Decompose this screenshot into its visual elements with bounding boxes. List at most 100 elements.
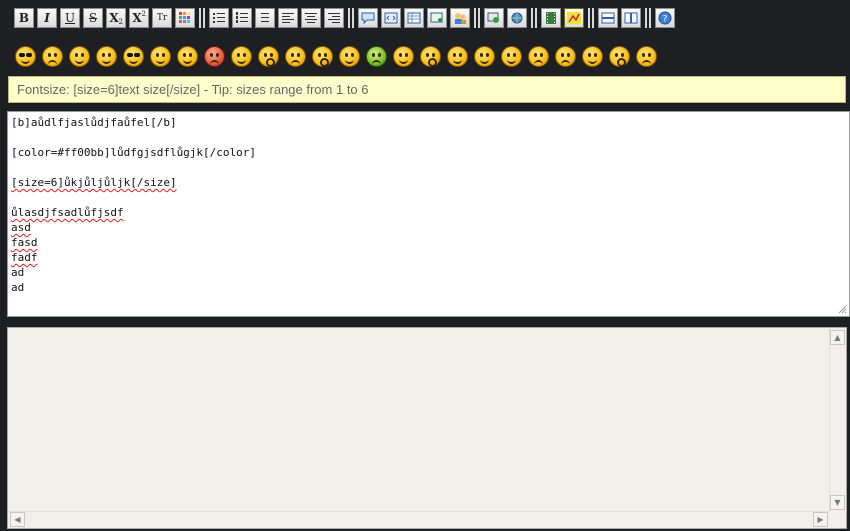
color-grid-icon [179, 12, 190, 23]
font-size-icon: Tr [156, 13, 168, 23]
blush-smiley-icon[interactable] [393, 45, 414, 67]
quote-button[interactable] [358, 8, 378, 28]
insert-url-button[interactable] [507, 8, 527, 28]
list-item-icon [261, 13, 269, 22]
help-button[interactable]: ? [655, 8, 675, 28]
align-center-icon [305, 13, 317, 23]
editor-line-text: [b]aůdlfjaslůdjfaůfel[/b] [11, 116, 177, 129]
tongue-smiley-icon[interactable] [231, 45, 252, 67]
table-button[interactable] [404, 8, 424, 28]
numbered-list-icon [236, 12, 248, 23]
insert-image-button[interactable] [427, 8, 447, 28]
big-grin-smiley-icon[interactable] [501, 45, 522, 67]
insert-video-button[interactable] [541, 8, 561, 28]
scroll-left-button[interactable]: ◀ [10, 512, 25, 527]
scroll-up-button[interactable]: ▲ [830, 330, 845, 345]
table-icon [407, 12, 421, 24]
users-icon [455, 13, 466, 24]
italic-button[interactable]: I [37, 8, 57, 28]
editor-content[interactable]: [b]aůdlfjaslůdjfaůfel[/b] [color=#ff00bb]… [11, 115, 849, 295]
sick-smiley-icon[interactable] [366, 45, 387, 67]
editor-line: [color=#ff00bb]lůdfgjsdflůgjk[/color] [11, 145, 849, 160]
oh-smiley-icon[interactable] [420, 45, 441, 67]
horizontal-rule-button[interactable] [598, 8, 618, 28]
editor-line: fasd [11, 235, 849, 250]
toolbar-separator [199, 8, 205, 28]
numbered-list-button[interactable] [232, 8, 252, 28]
code-button[interactable] [381, 8, 401, 28]
confused-smiley-icon[interactable] [285, 45, 306, 67]
strikethrough-button[interactable]: S [83, 8, 103, 28]
list-item-button[interactable] [255, 8, 275, 28]
editor-line: ad [11, 265, 849, 280]
silly-smiley-icon[interactable] [582, 45, 603, 67]
editor-line-text: fasd [11, 236, 38, 249]
smile-smiley-icon[interactable] [69, 45, 90, 67]
dizzy-smiley-icon[interactable] [555, 45, 576, 67]
subscript-icon: X [109, 11, 119, 25]
align-center-button[interactable] [301, 8, 321, 28]
surprised-smiley-icon[interactable] [312, 45, 333, 67]
resize-grip-icon[interactable] [838, 305, 847, 314]
editor-line: ůlasdjfsadlůfjsdf [11, 205, 849, 220]
font-size-button[interactable]: Tr [152, 8, 172, 28]
speech-bubble-icon [361, 12, 375, 24]
subscript-button[interactable]: X2 [106, 8, 126, 28]
scroll-down-button[interactable]: ▼ [830, 495, 845, 510]
toolbar-separator [474, 8, 480, 28]
toolbar-separator [588, 8, 594, 28]
insert-link-button[interactable] [484, 8, 504, 28]
film-icon [546, 12, 556, 24]
cool-smiley-icon[interactable] [15, 45, 36, 67]
angry-smiley-icon[interactable] [204, 45, 225, 67]
editor-line-text: asd [11, 221, 31, 234]
editor-line-text: [color=#ff00bb]lůdfgjsdflůgjk[/color] [11, 146, 257, 159]
color-picker-button[interactable] [175, 8, 195, 28]
scroll-right-button[interactable]: ▶ [813, 512, 828, 527]
editor-line-text: fadf [11, 251, 38, 264]
sad-smiley-icon[interactable] [42, 45, 63, 67]
bullet-list-button[interactable] [209, 8, 229, 28]
nerd-smiley-icon[interactable] [123, 45, 144, 67]
insert-chart-button[interactable] [564, 8, 584, 28]
align-right-icon [328, 13, 340, 23]
bold-button[interactable]: B [14, 8, 34, 28]
editor-line: [size=6]ůkjůljůljk[/size] [11, 175, 849, 190]
bullet-list-icon [213, 13, 225, 23]
horizontal-split-icon [601, 12, 615, 24]
editor-line: ad [11, 280, 849, 295]
toolbar-separator [348, 8, 354, 28]
editor-line: fadf [11, 250, 849, 265]
love-smiley-icon[interactable] [474, 45, 495, 67]
bold-icon: B [18, 11, 30, 25]
underline-button[interactable]: U [60, 8, 80, 28]
wink-smiley-icon[interactable] [177, 45, 198, 67]
grin-smiley-icon[interactable] [96, 45, 117, 67]
vertical-scrollbar[interactable]: ▲ ▼ [829, 328, 846, 512]
content-smiley-icon[interactable] [447, 45, 468, 67]
vertical-split-icon [624, 12, 638, 24]
shocked-smiley-icon[interactable] [258, 45, 279, 67]
cry-smiley-icon[interactable] [528, 45, 549, 67]
globe-link-icon [511, 12, 523, 24]
insert-user-button[interactable] [450, 8, 470, 28]
laugh-smiley-icon[interactable] [339, 45, 360, 67]
happy-smiley-icon[interactable] [150, 45, 171, 67]
svg-text:?: ? [663, 15, 668, 25]
arrow-right-icon: ▶ [817, 515, 824, 524]
editor-line: [b]aůdlfjaslůdjfaůfel[/b] [11, 115, 849, 130]
worried-smiley-icon[interactable] [636, 45, 657, 67]
align-right-button[interactable] [324, 8, 344, 28]
scrollbar-corner [830, 512, 846, 528]
message-editor[interactable]: [b]aůdlfjaslůdjfaůfel[/b] [color=#ff00bb]… [7, 111, 850, 317]
horizontal-scrollbar[interactable]: ◀ ▶ [8, 511, 830, 528]
preview-pane: ▲ ▼ ◀ ▶ [7, 327, 847, 529]
whistle-smiley-icon[interactable] [609, 45, 630, 67]
superscript-icon: X [132, 11, 142, 25]
align-left-button[interactable] [278, 8, 298, 28]
columns-button[interactable] [621, 8, 641, 28]
image-insert-icon [430, 12, 443, 23]
superscript-button[interactable]: X2 [129, 8, 149, 28]
